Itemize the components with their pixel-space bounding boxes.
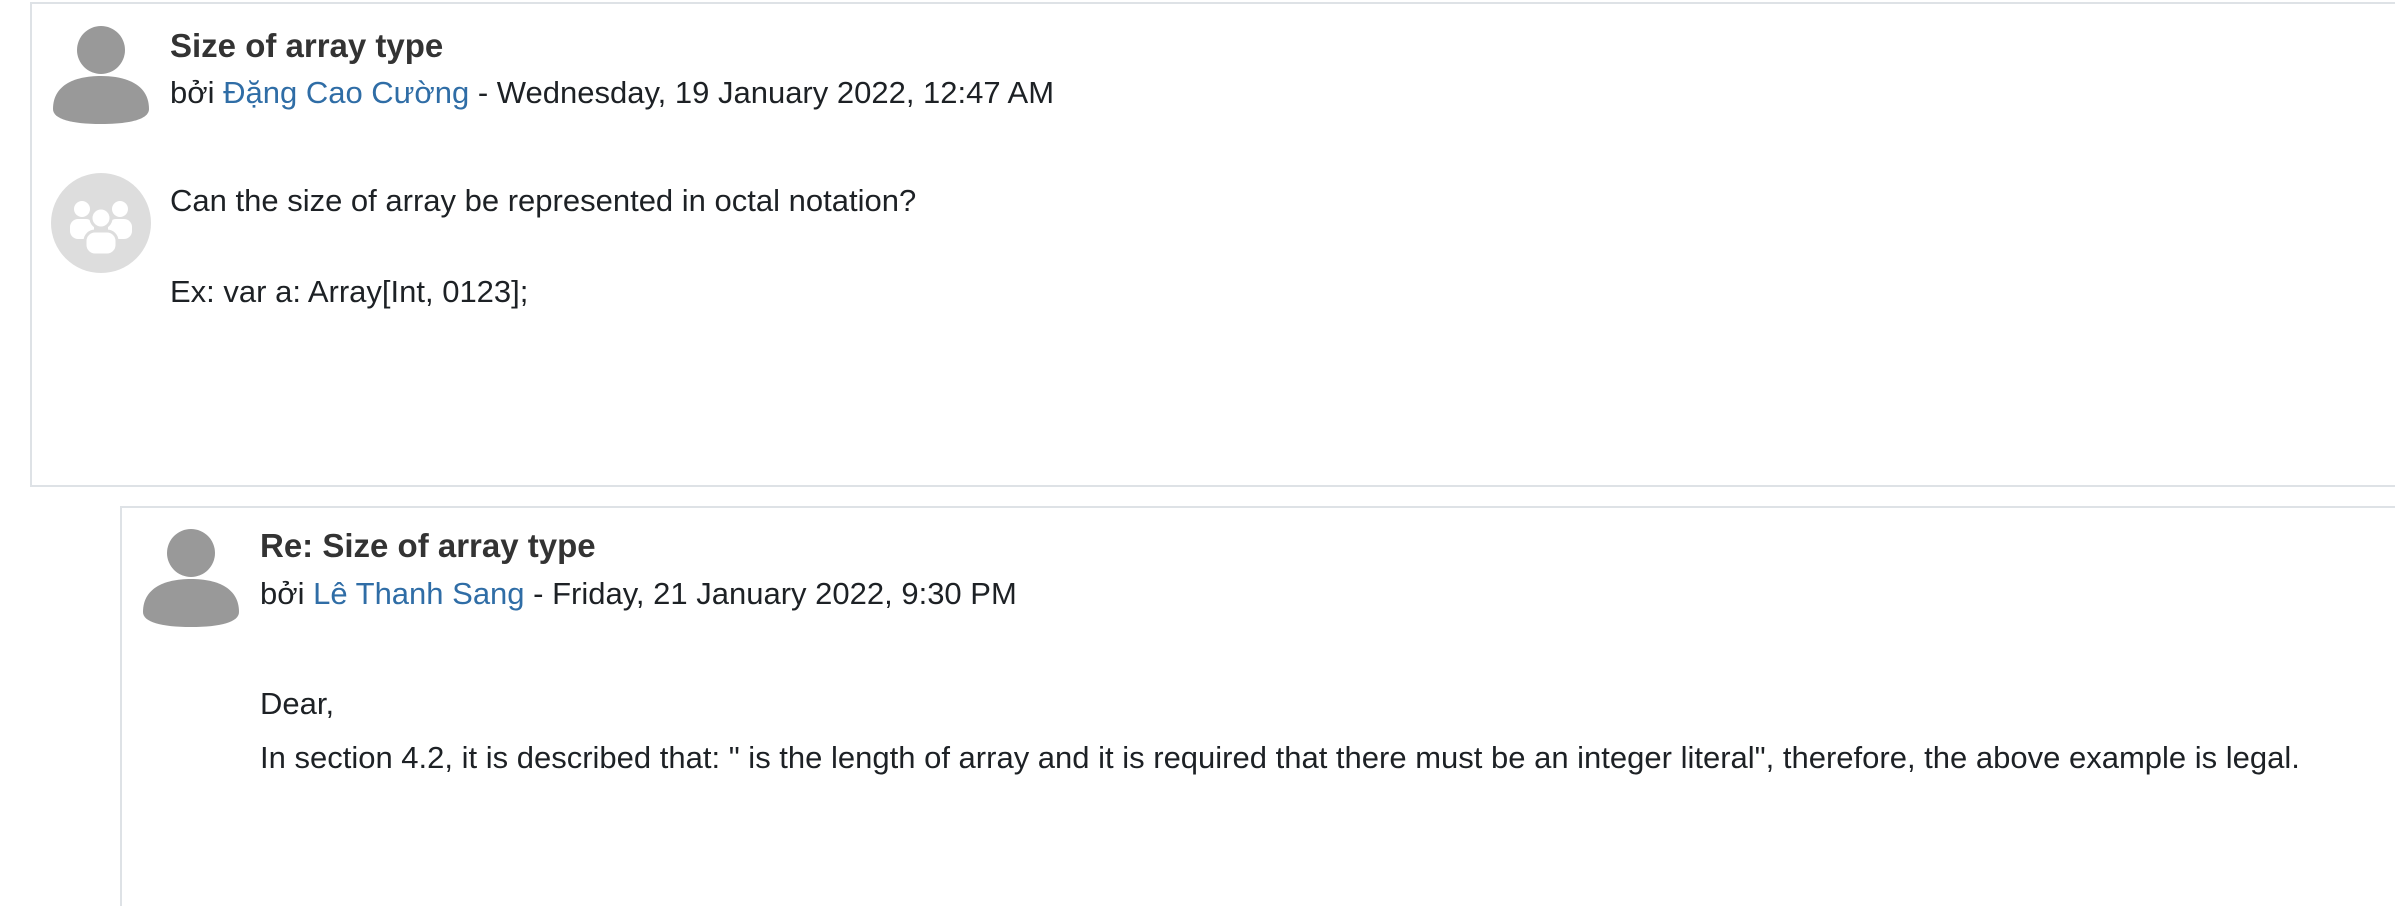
by-prefix: bởi (170, 75, 215, 110)
group-avatar-icon (51, 173, 151, 273)
content-paragraph: In section 4.2, it is described that: " … (260, 740, 2300, 775)
content-paragraph: Ex: var a: Array[Int, 0123]; (170, 274, 529, 309)
content-paragraph: Dear, (260, 686, 335, 721)
user-avatar-icon[interactable] (141, 527, 241, 627)
content-paragraph: Can the size of array be represented in … (170, 183, 917, 218)
post-byline: bởi Lê Thanh Sang - Friday, 21 January 2… (260, 574, 1017, 614)
author-link[interactable]: Đặng Cao Cường (223, 75, 469, 110)
post-date: - Wednesday, 19 January 2022, 12:47 AM (477, 75, 1055, 110)
forum-reply-post: Re: Size of array type bởi Lê Thanh Sang… (120, 506, 2395, 906)
post-byline: bởi Đặng Cao Cường - Wednesday, 19 Janua… (170, 73, 1054, 113)
post-subject: Re: Size of array type (260, 527, 596, 564)
by-prefix: bởi (260, 576, 305, 611)
author-link[interactable]: Lê Thanh Sang (313, 576, 524, 611)
post-subject: Size of array type (170, 27, 444, 64)
post-date: - Friday, 21 January 2022, 9:30 PM (533, 576, 1017, 611)
forum-post: Size of array type bởi Đặng Cao Cường - … (30, 2, 2395, 487)
user-avatar-icon[interactable] (51, 24, 151, 124)
